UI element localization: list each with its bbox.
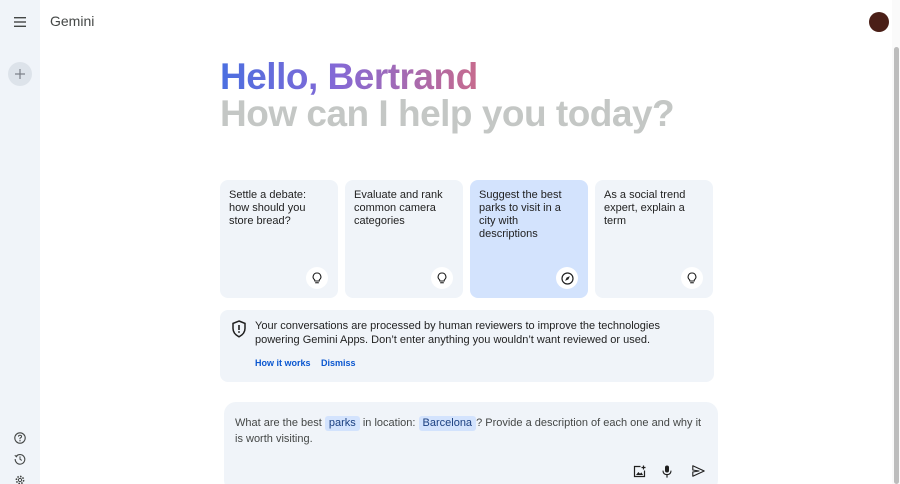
send-icon [691,465,705,477]
suggestion-card-selected[interactable]: Suggest the best parks to visit in a cit… [470,180,588,298]
voice-input-button[interactable] [658,462,676,480]
gemini-app: Gemini Hello, Bertrand How can I help yo… [0,0,900,484]
history-icon [14,454,26,465]
prompt-chip-parks[interactable]: parks [324,416,360,431]
help-button[interactable] [12,430,28,446]
add-image-icon [633,465,645,477]
shield-icon [232,320,246,338]
avatar[interactable] [869,12,889,32]
notice-text: Your conversations are processed by huma… [255,320,660,346]
compass-icon [556,267,578,289]
privacy-notice: Your conversations are processed by huma… [220,310,714,382]
prompt-input[interactable]: What are the best parks in location: Bar… [224,402,718,484]
lightbulb-icon [431,267,453,289]
menu-icon [14,17,26,27]
plus-icon [15,69,25,79]
microphone-icon [662,465,672,478]
suggestion-card-text: Settle a debate: how should you store br… [229,189,307,227]
brand-title: Gemini [50,13,95,29]
suggestion-card-text: Evaluate and rank common camera categori… [354,189,443,227]
menu-button[interactable] [9,12,31,32]
greeting-subtitle: How can I help you today? [220,93,675,134]
upload-image-button[interactable] [630,462,648,480]
lightbulb-icon [306,267,328,289]
suggestion-card[interactable]: Settle a debate: how should you store br… [220,180,338,298]
suggestion-card[interactable]: As a social trend expert, explain a term [595,180,713,298]
send-button[interactable] [689,462,707,480]
help-icon [14,432,26,444]
scrollbar-thumb[interactable] [894,47,899,484]
activity-button[interactable] [12,451,28,467]
prompt-text[interactable]: What are the best parks in location: Bar… [235,415,705,447]
how-it-works-link[interactable]: How it works [255,358,311,368]
new-chat-button[interactable] [8,62,32,86]
lightbulb-icon [681,267,703,289]
suggestion-card-text: As a social trend expert, explain a term [604,189,686,227]
suggestion-card[interactable]: Evaluate and rank common camera categori… [345,180,463,298]
dismiss-button[interactable]: Dismiss [321,358,356,368]
settings-button[interactable] [12,472,28,484]
settings-icon [15,475,25,484]
greeting-title: Hello, Bertrand [220,56,478,97]
suggestion-card-text: Suggest the best parks to visit in a cit… [479,189,562,240]
prompt-segment: in location: [362,417,416,429]
prompt-segment: What are the best [235,417,322,429]
sidebar-rail [0,0,40,484]
prompt-chip-location[interactable]: Barcelona [418,416,477,431]
